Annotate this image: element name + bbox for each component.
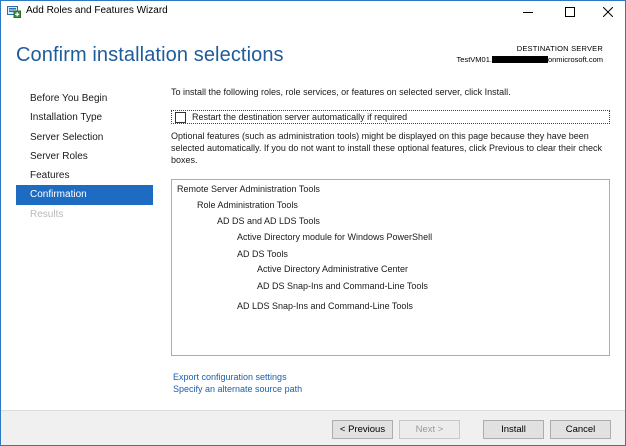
- optional-features-note: Optional features (such as administratio…: [171, 131, 603, 165]
- restart-checkbox[interactable]: [175, 112, 186, 123]
- nav-installation-type[interactable]: Installation Type: [16, 108, 153, 127]
- nav-features[interactable]: Features: [16, 166, 153, 185]
- intro-text: To install the following roles, role ser…: [171, 87, 511, 97]
- export-configuration-link[interactable]: Export configuration settings: [173, 371, 302, 383]
- destination-server-suffix: onmicrosoft.com: [547, 55, 603, 64]
- links-area: Export configuration settings Specify an…: [173, 371, 302, 395]
- wizard-steps-nav: Before You Begin Installation Type Serve…: [16, 89, 153, 224]
- feature-item: Active Directory module for Windows Powe…: [237, 232, 433, 242]
- redacted-block: [491, 56, 548, 63]
- feature-item: Role Administration Tools: [197, 200, 298, 210]
- install-button[interactable]: Install: [483, 420, 544, 439]
- feature-item: Active Directory Administrative Center: [257, 264, 409, 274]
- nav-results: Results: [30, 208, 64, 220]
- server-manager-icon: [7, 5, 21, 18]
- close-button[interactable]: [592, 1, 624, 23]
- feature-item: AD DS and AD LDS Tools: [217, 216, 320, 226]
- minimize-button[interactable]: [512, 1, 544, 23]
- nav-server-roles[interactable]: Server Roles: [16, 147, 153, 166]
- selected-features-list: Remote Server Administration Tools Role …: [171, 179, 610, 356]
- button-bar: < Previous Next > Install Cancel: [1, 410, 625, 445]
- feature-item: Remote Server Administration Tools: [177, 184, 320, 194]
- nav-confirmation[interactable]: Confirmation: [16, 185, 153, 205]
- previous-button[interactable]: < Previous: [332, 420, 393, 439]
- nav-before-you-begin[interactable]: Before You Begin: [16, 89, 153, 108]
- maximize-button[interactable]: [554, 1, 586, 23]
- page-title: Confirm installation selections: [16, 44, 284, 66]
- feature-item: AD DS Snap-Ins and Command-Line Tools: [257, 281, 428, 291]
- close-icon: [603, 7, 613, 17]
- feature-item: AD DS Tools: [237, 249, 288, 259]
- cancel-button[interactable]: Cancel: [550, 420, 611, 439]
- alternate-source-link[interactable]: Specify an alternate source path: [173, 383, 302, 395]
- restart-checkbox-label[interactable]: Restart the destination server automatic…: [192, 112, 407, 122]
- destination-server-prefix: TestVM01.: [456, 55, 492, 64]
- next-button: Next >: [399, 420, 460, 439]
- maximize-icon: [565, 7, 575, 17]
- wizard-window: Add Roles and Features Wizard Confirm in…: [0, 0, 626, 446]
- page-header: Confirm installation selections DESTINAT…: [1, 23, 625, 79]
- destination-server-label: DESTINATION SERVER: [516, 44, 603, 53]
- window-title: Add Roles and Features Wizard: [26, 5, 168, 16]
- restart-checkbox-row[interactable]: Restart the destination server automatic…: [171, 110, 610, 124]
- minimize-icon: [523, 12, 533, 13]
- title-bar[interactable]: Add Roles and Features Wizard: [1, 1, 625, 23]
- destination-server-name: TestVM01. onmicrosoft.com: [401, 55, 603, 65]
- nav-server-selection[interactable]: Server Selection: [16, 128, 153, 147]
- feature-item: AD LDS Snap-Ins and Command-Line Tools: [237, 301, 413, 311]
